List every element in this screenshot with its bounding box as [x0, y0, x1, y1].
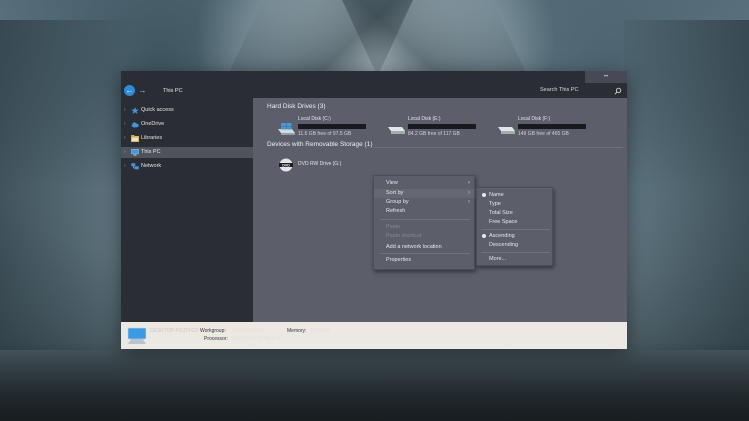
computer-name: DESKTOP-POJTFG2	[150, 328, 198, 334]
drive-usage-bar	[298, 124, 366, 129]
drive-usage-bar	[518, 124, 586, 129]
workgroup-value: WORKGROUP	[231, 328, 265, 334]
menu-item-group-by[interactable]: Group by ›	[374, 198, 476, 207]
sidebar-item-libraries[interactable]: › Libraries	[121, 133, 253, 144]
drive-label: DVD RW Drive (G:)	[298, 161, 342, 167]
dvd-badge: DVD	[282, 163, 290, 167]
drive-item-g[interactable]: DVD DVD RW Drive (G:)	[276, 156, 376, 184]
menu-item-label: Paste	[386, 224, 401, 230]
address-bar[interactable]: This PC	[163, 86, 183, 96]
drive-label: Local Disk (C:)	[298, 116, 331, 122]
sidebar-item-label: Quick access	[141, 107, 174, 113]
search-icon[interactable]	[614, 87, 622, 95]
expand-chevron-icon[interactable]: ›	[124, 133, 129, 144]
expand-chevron-icon[interactable]: ›	[124, 147, 129, 158]
sidebar-item-onedrive[interactable]: › OneDrive	[121, 119, 253, 130]
sidebar-item-quick-access[interactable]: › Quick access	[121, 105, 253, 116]
window-controls[interactable]: ••	[585, 71, 627, 83]
drive-item-c[interactable]: Local Disk (C:) 11.6 GB free of 97.5 GB	[276, 115, 376, 143]
drive-label: Local Disk (F:)	[518, 116, 551, 122]
computer-icon	[131, 149, 139, 156]
menu-item-paste[interactable]: Paste	[374, 223, 476, 232]
menu-item-label: Group by	[386, 199, 409, 205]
details-pane: DESKTOP-POJTFG2 Workgroup: WORKGROUP Mem…	[121, 322, 627, 349]
sort-by-submenu: Name Type Total Size Free Space Ascendin…	[476, 187, 553, 266]
sort-item-label: Free Space	[489, 219, 518, 225]
drive-item-e[interactable]: Local Disk (E:) 84.2 GB free of 117 GB	[386, 115, 486, 143]
processor-value: Intel(R) Core(TM) i5-3...	[231, 336, 285, 342]
menu-item-sort-by[interactable]: Sort by ›	[374, 189, 476, 198]
window-controls-icon[interactable]: ••	[585, 71, 627, 83]
search-box[interactable]: Search This PC	[531, 85, 625, 96]
star-icon	[131, 107, 139, 114]
menu-item-paste-shortcut[interactable]: Paste shortcut	[374, 232, 476, 241]
menu-separator	[380, 253, 470, 254]
drive-label: Local Disk (E:)	[408, 116, 441, 122]
drive-item-f[interactable]: Local Disk (F:) 149 GB free of 465 GB	[496, 115, 596, 143]
menu-item-label: Sort by	[386, 190, 404, 196]
computer-icon	[127, 327, 147, 344]
cloud-icon	[131, 122, 139, 128]
sidebar-item-this-pc[interactable]: › This PC	[121, 147, 253, 158]
sort-item-free-space[interactable]: Free Space	[477, 217, 554, 227]
navigation-bar: ← → This PC Search This PC	[121, 83, 627, 98]
sort-item-label: More...	[489, 256, 507, 262]
menu-item-label: Paste shortcut	[386, 233, 422, 239]
background-fence-left	[0, 20, 130, 350]
windows-drive-icon	[278, 123, 295, 135]
menu-item-view[interactable]: View ›	[374, 179, 476, 188]
menu-item-label: View	[386, 180, 398, 186]
drive-usage-bar	[408, 124, 476, 129]
removable-group-title[interactable]: Devices with Removable Storage (1)	[267, 140, 373, 150]
hard-drive-icon	[498, 127, 515, 134]
sidebar-item-label: OneDrive	[141, 121, 165, 127]
forward-button[interactable]: →	[138, 85, 147, 96]
hard-drive-icon	[388, 127, 405, 134]
submenu-arrow-icon: ›	[468, 180, 470, 186]
menu-item-label: Add a network location	[386, 244, 442, 250]
context-menu: View › Sort by › Group by › Refresh Past…	[373, 175, 476, 270]
title-bar[interactable]: ••	[121, 71, 627, 83]
background-fence-right	[624, 20, 749, 350]
network-icon	[131, 163, 139, 170]
menu-item-label: Refresh	[386, 208, 406, 214]
drive-free-space: 84.2 GB free of 117 GB	[408, 131, 460, 137]
sidebar-item-label: Libraries	[141, 135, 163, 141]
memory-value: 8.00 GB	[311, 328, 330, 334]
search-input[interactable]: Search This PC	[540, 85, 578, 96]
submenu-arrow-icon: ›	[468, 190, 470, 196]
sort-item-descending[interactable]: Descending	[477, 240, 554, 250]
sidebar-item-network[interactable]: › Network	[121, 161, 253, 172]
expand-chevron-icon[interactable]: ›	[124, 119, 129, 130]
hard-disk-group-title[interactable]: Hard Disk Drives (3)	[267, 102, 326, 112]
sidebar-item-label: Network	[141, 163, 162, 169]
processor-label: Processor:	[204, 336, 228, 342]
menu-item-add-network-location[interactable]: Add a network location	[374, 243, 476, 252]
expand-chevron-icon[interactable]: ›	[124, 161, 129, 172]
menu-item-refresh[interactable]: Refresh	[374, 207, 476, 216]
selected-bullet-icon	[482, 193, 486, 197]
menu-separator	[481, 229, 550, 230]
menu-item-properties[interactable]: Properties	[374, 256, 476, 265]
back-button[interactable]: ←	[124, 85, 135, 96]
dvd-drive-icon: DVD	[279, 158, 293, 172]
selected-bullet-icon	[482, 234, 486, 238]
expand-chevron-icon[interactable]: ›	[124, 105, 129, 116]
sort-item-more[interactable]: More...	[477, 254, 554, 264]
navigation-pane: › Quick access › OneDrive › Libraries › …	[121, 98, 253, 322]
workgroup-label: Workgroup:	[200, 328, 226, 334]
sort-item-label: Descending	[489, 242, 519, 248]
menu-item-label: Properties	[386, 257, 412, 263]
sidebar-item-label: This PC	[141, 149, 161, 155]
drive-free-space: 149 GB free of 465 GB	[518, 131, 569, 137]
group-divider	[373, 147, 623, 148]
menu-separator	[481, 252, 550, 253]
memory-label: Memory:	[287, 328, 307, 334]
menu-separator	[380, 219, 470, 220]
folder-icon	[131, 135, 139, 142]
background-ground	[0, 341, 749, 421]
drive-free-space: 11.6 GB free of 97.5 GB	[298, 131, 352, 137]
submenu-arrow-icon: ›	[468, 199, 470, 205]
